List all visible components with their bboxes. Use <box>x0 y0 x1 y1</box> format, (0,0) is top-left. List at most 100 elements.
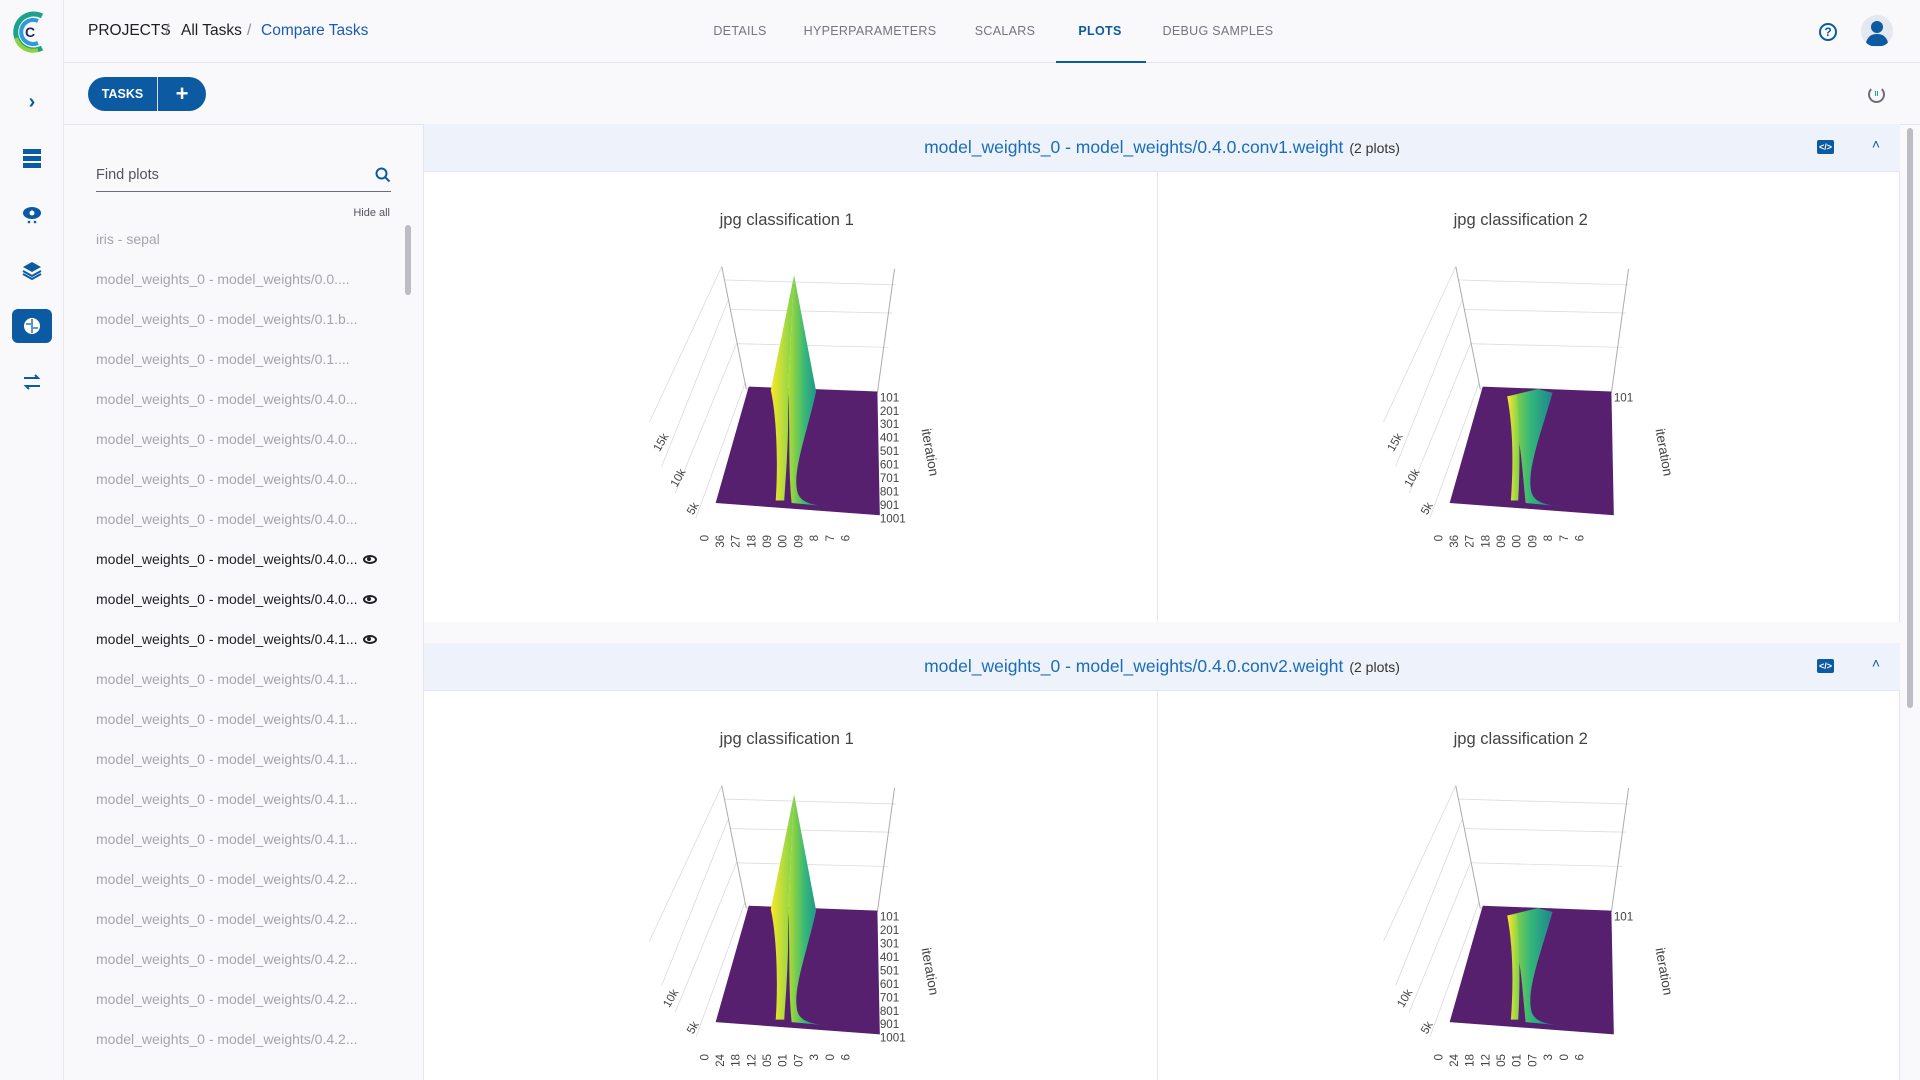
plot-list-item[interactable]: model_weights_0 - model_weights/0.4.1... <box>96 711 357 727</box>
y-tick-label: 801 <box>880 1005 899 1018</box>
plot-list-item-label: model_weights_0 - model_weights/0.4.1... <box>96 751 358 767</box>
eye-icon[interactable] <box>363 554 378 564</box>
pipeline-arrows-icon <box>23 374 41 390</box>
back-gridline <box>1458 279 1630 286</box>
plot-list-item[interactable]: model_weights_0 - model_weights/0.4.0... <box>96 511 357 527</box>
plot-list-item[interactable]: model_weights_0 - model_weights/0.4.1... <box>96 791 357 807</box>
plot-cell: jpg classification 1 10k 5k 101 201 301 401 501… <box>424 691 1158 1080</box>
breadcrumb-all-tasks[interactable]: All Tasks <box>181 22 242 40</box>
eye-icon[interactable] <box>363 634 378 644</box>
user-avatar-icon[interactable] <box>1861 15 1893 47</box>
plot-list-item[interactable]: model_weights_0 - model_weights/0.4.1... <box>96 631 378 647</box>
tab-details[interactable]: DETAILS <box>713 0 766 63</box>
axis-line <box>1610 268 1630 393</box>
surface-plot[interactable]: jpg classification 110k5k101201301401501… <box>424 691 1158 1080</box>
x-tick-label: 7 <box>824 535 837 541</box>
plot-list-item[interactable]: model_weights_0 - model_weights/0.4.0... <box>96 431 357 447</box>
chevron-up-icon[interactable]: ˄ <box>1872 136 1880 152</box>
plot-list-item-label: model_weights_0 - model_weights/0.1.... <box>96 351 350 367</box>
plot-list-item[interactable]: model_weights_0 - model_weights/0.4.2... <box>96 871 357 887</box>
plot-section-header[interactable]: model_weights_0 - model_weights/0.4.0.co… <box>424 643 1900 691</box>
surface-plot[interactable]: jpg classification 210k5k101iteration0 24… <box>1158 691 1892 1080</box>
svg-text:C: C <box>25 24 35 40</box>
tasks-button[interactable]: TASKS <box>88 77 158 111</box>
z-tick-label: 5k <box>684 500 701 517</box>
y-axis-label: iteration <box>1653 427 1676 477</box>
plot-list-item-label: model_weights_0 - model_weights/0.4.1... <box>96 791 358 807</box>
plot-list-item[interactable]: iris - sepal <box>96 231 160 247</box>
x-tick-label: 8 <box>808 535 821 541</box>
plot-title: jpg classification 1 <box>719 210 854 229</box>
list-scrollbar[interactable] <box>405 225 411 295</box>
z-gridline <box>1395 819 1463 986</box>
z-gridline <box>661 819 729 986</box>
hide-all-button[interactable]: Hide all <box>353 207 390 219</box>
code-embed-icon[interactable]: </> <box>1817 140 1834 154</box>
plot-cell: jpg classification 1 15k 10k 5k 101 201 301 401… <box>424 172 1158 622</box>
nav-models[interactable] <box>12 309 52 343</box>
main-scrollbar[interactable] <box>1907 128 1913 708</box>
z-gridline <box>1395 300 1463 467</box>
chevron-up-icon[interactable]: ˄ <box>1872 655 1880 671</box>
tab-plots[interactable]: PLOTS <box>1078 0 1121 63</box>
surface-plot[interactable]: jpg classification 215k10k5k101iteration… <box>1158 172 1892 622</box>
plot-list-item-label: iris - sepal <box>96 231 160 247</box>
cloud-gear-icon <box>23 207 41 224</box>
x-tick-label: 09 <box>1495 535 1508 548</box>
plot-list-item[interactable]: model_weights_0 - model_weights/0.1.... <box>96 351 350 367</box>
plot-list-item[interactable]: model_weights_0 - model_weights/0.4.0... <box>96 391 357 407</box>
plot-list-item-label: model_weights_0 - model_weights/0.4.0... <box>96 511 358 527</box>
search-icon[interactable] <box>375 167 391 183</box>
y-tick-label: 301 <box>880 937 899 950</box>
nav-pipelines-expand[interactable]: › <box>12 85 52 119</box>
plot-list-item[interactable]: model_weights_0 - model_weights/0.4.2... <box>96 911 357 927</box>
plot-list-item-label: model_weights_0 - model_weights/0.4.2... <box>96 991 358 1007</box>
back-gridline <box>736 862 889 867</box>
clearml-logo[interactable]: C <box>8 8 52 56</box>
plot-list-item[interactable]: model_weights_0 - model_weights/0.4.1... <box>96 751 357 767</box>
tab-scalars[interactable]: SCALARS <box>975 0 1035 63</box>
nav-pipelines[interactable] <box>12 365 52 399</box>
plot-list-item[interactable]: model_weights_0 - model_weights/0.4.1... <box>96 831 357 847</box>
nav-datasets[interactable] <box>12 253 52 287</box>
x-tick-label: 7 <box>1558 535 1571 541</box>
auto-refresh-pause-icon[interactable]: II <box>1868 86 1885 103</box>
plot-list-item[interactable]: model_weights_0 - model_weights/0.1.b... <box>96 311 357 327</box>
search-input[interactable] <box>96 167 375 183</box>
eye-icon[interactable] <box>363 594 378 604</box>
plot-list-item[interactable]: model_weights_0 - model_weights/0.4.2... <box>96 991 357 1007</box>
x-tick-label: 18 <box>1479 535 1492 548</box>
x-tick-label: 07 <box>1526 1054 1539 1067</box>
help-circle-icon[interactable]: ? <box>1819 23 1837 41</box>
nav-projects[interactable] <box>12 141 52 175</box>
tab-debug-samples[interactable]: DEBUG SAMPLES <box>1163 0 1274 63</box>
plot-list-item[interactable]: model_weights_0 - model_weights/0.4.2... <box>96 951 357 967</box>
find-plots-search <box>96 159 391 192</box>
plot-section-header[interactable]: model_weights_0 - model_weights/0.4.0.co… <box>424 124 1900 172</box>
code-embed-icon[interactable]: </> <box>1817 659 1834 673</box>
z-tick-label: 10k <box>661 987 682 1010</box>
y-tick-label: 101 <box>1614 910 1633 923</box>
plot-list-item[interactable]: model_weights_0 - model_weights/0.4.0... <box>96 471 357 487</box>
tab-hyperparameters[interactable]: HYPERPARAMETERS <box>804 0 937 63</box>
plot-list-item[interactable]: model_weights_0 - model_weights/0.4.0... <box>96 591 378 607</box>
x-tick-label: 24 <box>714 1053 727 1066</box>
plot-list-item[interactable]: model_weights_0 - model_weights/0.0.... <box>96 271 350 287</box>
plot-list-item[interactable]: model_weights_0 - model_weights/0.4.0... <box>96 551 378 567</box>
z-tick-label: 10k <box>668 466 689 489</box>
y-tick-label: 601 <box>880 459 899 472</box>
x-tick-label: 00 <box>777 534 790 547</box>
plot-list-item[interactable]: model_weights_0 - model_weights/0.4.2... <box>96 1031 357 1047</box>
surface-plot[interactable]: jpg classification 115k10k5k101201301401… <box>424 172 1158 622</box>
plot-list-item-label: model_weights_0 - model_weights/0.4.1... <box>96 831 358 847</box>
axis-line <box>1610 788 1630 912</box>
plot-list-item-label: model_weights_0 - model_weights/0.4.2... <box>96 1031 358 1047</box>
x-tick-label: 6 <box>1573 1054 1586 1060</box>
nav-orchestration[interactable] <box>12 197 52 231</box>
breadcrumb-separator: / <box>165 22 170 39</box>
add-task-button[interactable]: + <box>158 77 206 111</box>
breadcrumb-projects[interactable]: PROJECTS <box>88 22 171 40</box>
plot-list-item-label: model_weights_0 - model_weights/0.4.0... <box>96 591 358 607</box>
y-tick-label: 801 <box>880 486 899 499</box>
plot-list-item[interactable]: model_weights_0 - model_weights/0.4.1... <box>96 671 357 687</box>
